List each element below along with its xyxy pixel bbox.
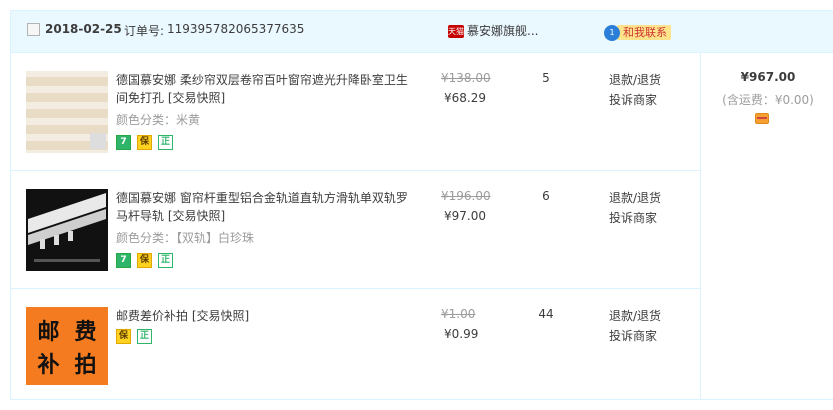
original-price: ¥138.00 — [441, 71, 491, 85]
product-spec: 颜色分类：【双轨】白珍珠 — [116, 231, 255, 245]
quantity: 44 — [538, 307, 554, 321]
seven-day-return-icon[interactable]: 7 — [116, 253, 131, 268]
order-total: ¥967.00 — [740, 70, 796, 84]
shop-name-link[interactable]: 慕安娜旗舰... — [467, 22, 538, 39]
order-total-column: ¥967.00 (含运费：¥0.00) — [700, 53, 833, 400]
order-card: 2018-02-25 订单号: 119395782065377635 天猫 慕安… — [10, 10, 833, 400]
genuine-icon[interactable]: 正 — [137, 329, 152, 344]
actual-price: ¥0.99 — [444, 327, 479, 341]
refund-return-link[interactable]: 退款/退货 — [609, 71, 661, 88]
product-spec: 颜色分类：米黄 — [116, 113, 201, 127]
genuine-icon[interactable]: 正 — [158, 253, 173, 268]
order-number-label: 订单号: — [124, 24, 165, 38]
snapshot-link[interactable]: [交易快照] — [192, 309, 249, 323]
refund-return-link[interactable]: 退款/退货 — [609, 189, 661, 206]
guarantee-icon[interactable]: 保 — [137, 135, 152, 150]
actual-price: ¥97.00 — [444, 209, 486, 223]
shipping-fee: (含运费：¥0.00) — [722, 93, 814, 107]
service-badges: 7 保 正 — [116, 135, 173, 150]
order-date: 2018-02-25 — [45, 22, 122, 36]
original-price: ¥196.00 — [441, 189, 491, 203]
contact-seller-label: 和我联系 — [617, 25, 671, 40]
order-header: 2018-02-25 订单号: 119395782065377635 天猫 慕安… — [11, 11, 833, 53]
complain-seller-link[interactable]: 投诉商家 — [609, 327, 657, 344]
guarantee-icon[interactable]: 保 — [137, 253, 152, 268]
product-thumbnail[interactable]: 邮 费 补 拍 — [26, 307, 108, 385]
original-price: ¥1.00 — [441, 307, 476, 321]
complain-seller-link[interactable]: 投诉商家 — [609, 91, 657, 108]
guarantee-icon[interactable]: 保 — [116, 329, 131, 344]
contact-seller-button[interactable]: 1 和我联系 — [604, 24, 671, 41]
tmall-icon: 天猫 — [448, 25, 464, 38]
actual-price: ¥68.29 — [444, 91, 486, 105]
genuine-icon[interactable]: 正 — [158, 135, 173, 150]
postage-thumb-char: 邮 — [37, 318, 60, 345]
postage-thumb-char: 补 — [37, 351, 60, 378]
service-badges: 保 正 — [116, 329, 152, 344]
product-title-link[interactable]: 德国慕安娜 柔纱帘双层卷帘百叶窗帘遮光升降卧室卫生间免打孔 [交易快照] — [116, 71, 411, 107]
seven-day-return-icon[interactable]: 7 — [116, 135, 131, 150]
order-item-row: 德国慕安娜 窗帘杆重型铝合金轨道直轨方滑轨单双轨罗马杆导轨 [交易快照] 颜色分… — [11, 171, 700, 289]
quantity: 5 — [542, 71, 550, 85]
order-item-row: 邮 费 补 拍 邮费差价补拍 [交易快照] 保 正 ¥1.00 ¥0.99 44… — [11, 289, 700, 400]
refund-return-link[interactable]: 退款/退货 — [609, 307, 661, 324]
product-thumbnail[interactable] — [26, 71, 108, 153]
chat-bubble-icon: 1 — [604, 24, 620, 41]
postage-thumb-char: 费 — [74, 318, 97, 345]
snapshot-link[interactable]: [交易快照] — [168, 91, 225, 105]
complain-seller-link[interactable]: 投诉商家 — [609, 209, 657, 226]
quantity: 6 — [542, 189, 550, 203]
order-number: 119395782065377635 — [167, 22, 305, 36]
snapshot-link[interactable]: [交易快照] — [168, 209, 225, 223]
order-item-row: 德国慕安娜 柔纱帘双层卷帘百叶窗帘遮光升降卧室卫生间免打孔 [交易快照] 颜色分… — [11, 53, 700, 171]
product-thumbnail[interactable] — [26, 189, 108, 271]
credit-card-icon[interactable] — [755, 113, 769, 124]
order-checkbox[interactable] — [27, 23, 40, 36]
product-title-link[interactable]: 德国慕安娜 窗帘杆重型铝合金轨道直轨方滑轨单双轨罗马杆导轨 [交易快照] — [116, 189, 411, 225]
postage-thumb-char: 拍 — [74, 351, 97, 378]
service-badges: 7 保 正 — [116, 253, 173, 268]
product-title-link[interactable]: 邮费差价补拍 [交易快照] — [116, 307, 411, 325]
order-items: 德国慕安娜 柔纱帘双层卷帘百叶窗帘遮光升降卧室卫生间免打孔 [交易快照] 颜色分… — [11, 53, 700, 400]
